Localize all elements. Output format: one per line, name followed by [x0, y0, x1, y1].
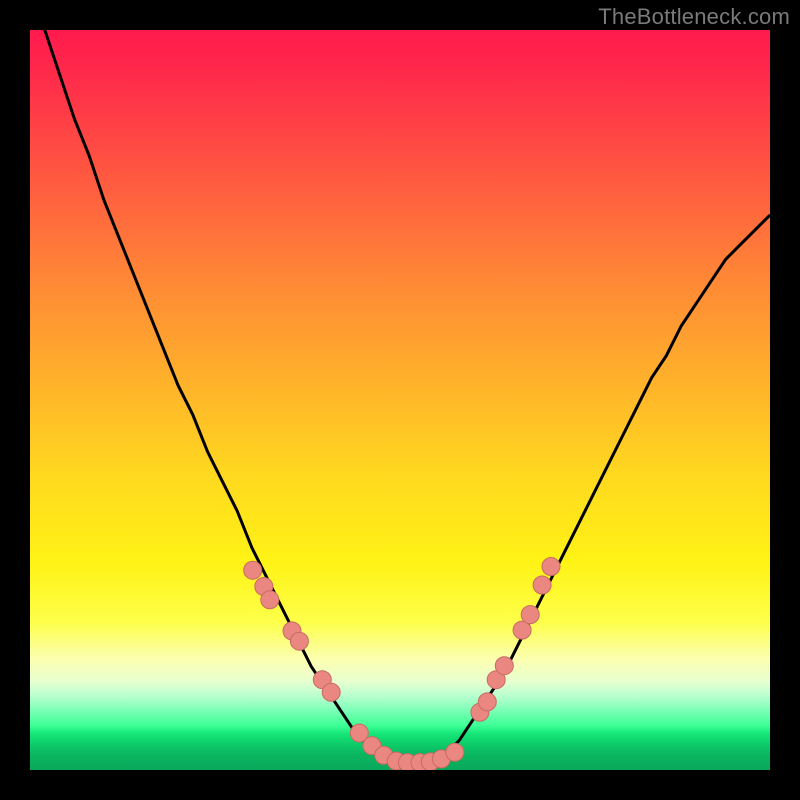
data-dot [261, 591, 279, 609]
data-dot [521, 606, 539, 624]
data-dot [542, 558, 560, 576]
data-dot [446, 743, 464, 761]
chart-frame: TheBottleneck.com [0, 0, 800, 800]
data-dot [478, 693, 496, 711]
data-dot [244, 561, 262, 579]
watermark-text: TheBottleneck.com [598, 4, 790, 30]
bottleneck-curve [30, 30, 770, 763]
plot-area [30, 30, 770, 770]
chart-svg [30, 30, 770, 770]
data-dot [290, 632, 308, 650]
data-dot [322, 683, 340, 701]
data-dots [244, 558, 560, 771]
data-dot [533, 576, 551, 594]
data-dot [495, 657, 513, 675]
